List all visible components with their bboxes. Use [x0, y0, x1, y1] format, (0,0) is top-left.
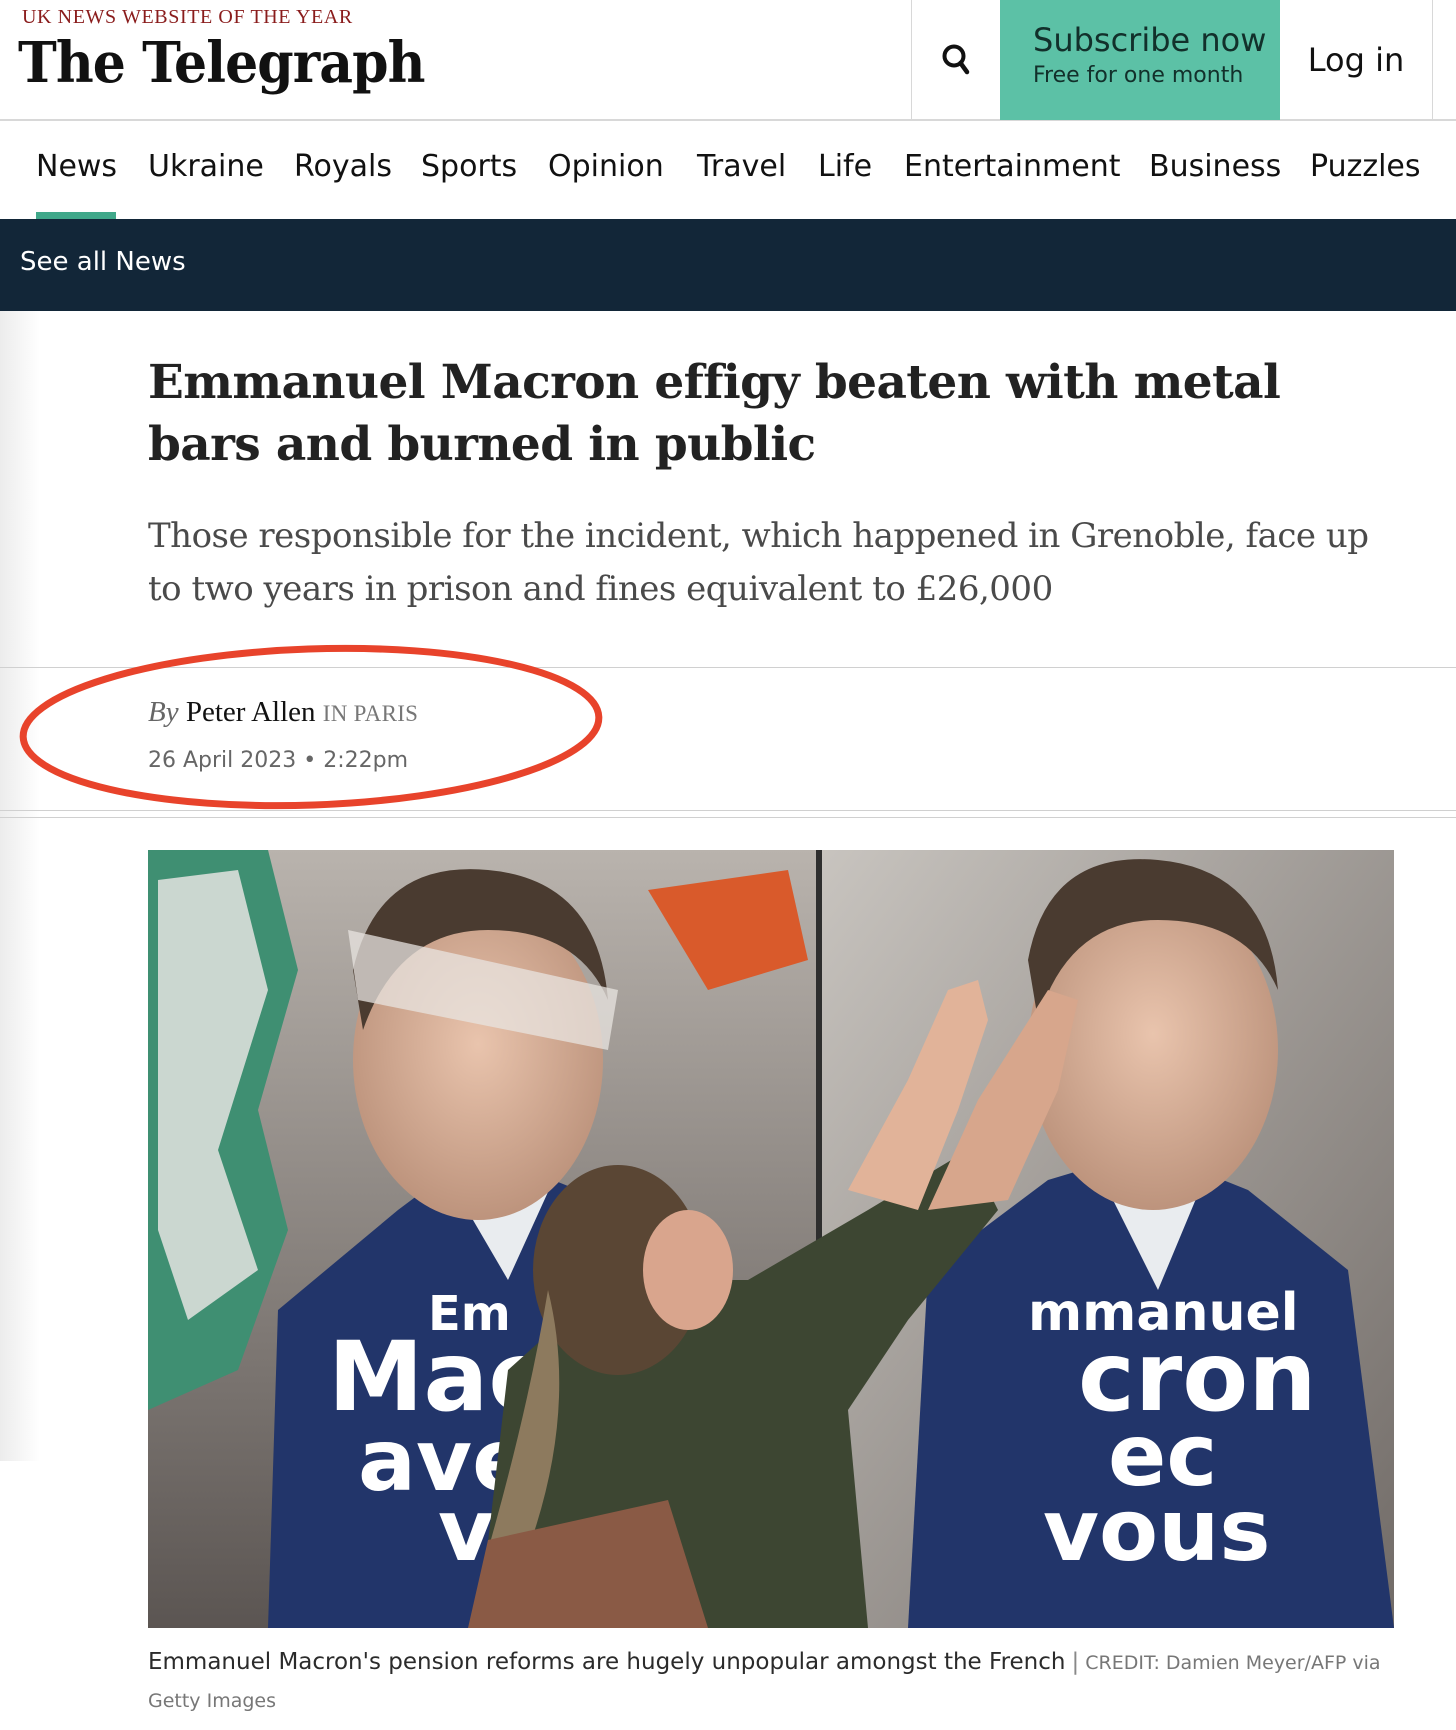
search-icon [942, 44, 970, 74]
nav-item-entertainment[interactable]: Entertainment [904, 149, 1120, 184]
see-all-news-link[interactable]: See all News [20, 247, 186, 277]
subscribe-label: Subscribe now [1033, 21, 1267, 59]
byline-bottom-rule-2 [0, 817, 1456, 818]
red-ellipse-annotation [19, 644, 603, 810]
poster-right-line-4: vous [1043, 1481, 1271, 1581]
nav-item-opinion[interactable]: Opinion [548, 149, 664, 184]
nav-item-life[interactable]: Life [818, 149, 872, 184]
subscribe-offer: Free for one month [1033, 63, 1244, 88]
caption-text: Emmanuel Macron's pension reforms are hu… [148, 1649, 1066, 1675]
nav-item-ukraine[interactable]: Ukraine [148, 149, 264, 184]
header-divider [1432, 0, 1433, 121]
login-button[interactable]: Log in [1280, 0, 1432, 119]
page-edge-shadow [0, 311, 40, 1461]
nav-item-news[interactable]: News [36, 149, 117, 184]
lead-photo[interactable]: Em Mac ave v mmanuel cron ec vous [148, 850, 1394, 1628]
caption-separator: | [1071, 1649, 1080, 1675]
nav-active-indicator [36, 212, 116, 219]
article-headline: Emmanuel Macron effigy beaten with metal… [148, 355, 1281, 472]
search-button[interactable] [912, 0, 1000, 119]
site-header: UK NEWS WEBSITE OF THE YEAR The Telegrap… [0, 0, 1456, 121]
photo-caption: Emmanuel Macron's pension reforms are hu… [148, 1644, 1394, 1720]
nav-item-travel[interactable]: Travel [697, 149, 786, 184]
nav-item-royals[interactable]: Royals [294, 149, 392, 184]
section-subnav: See all News [0, 219, 1456, 311]
byline-bottom-rule [0, 810, 1456, 811]
nav-item-puzzles[interactable]: Puzzles [1310, 149, 1421, 184]
nav-item-sports[interactable]: Sports [421, 149, 517, 184]
article-standfirst: Those responsible for the incident, whic… [148, 516, 1369, 609]
telegraph-logo[interactable]: The Telegraph [18, 30, 425, 96]
site-tagline: UK NEWS WEBSITE OF THE YEAR [22, 6, 353, 28]
main-nav: News Ukraine Royals Sports Opinion Trave… [0, 121, 1456, 219]
subscribe-button[interactable]: Subscribe now Free for one month [1000, 0, 1280, 120]
photo-illustration: Em Mac ave v mmanuel cron ec vous [148, 850, 1394, 1628]
nav-item-business[interactable]: Business [1149, 149, 1281, 184]
